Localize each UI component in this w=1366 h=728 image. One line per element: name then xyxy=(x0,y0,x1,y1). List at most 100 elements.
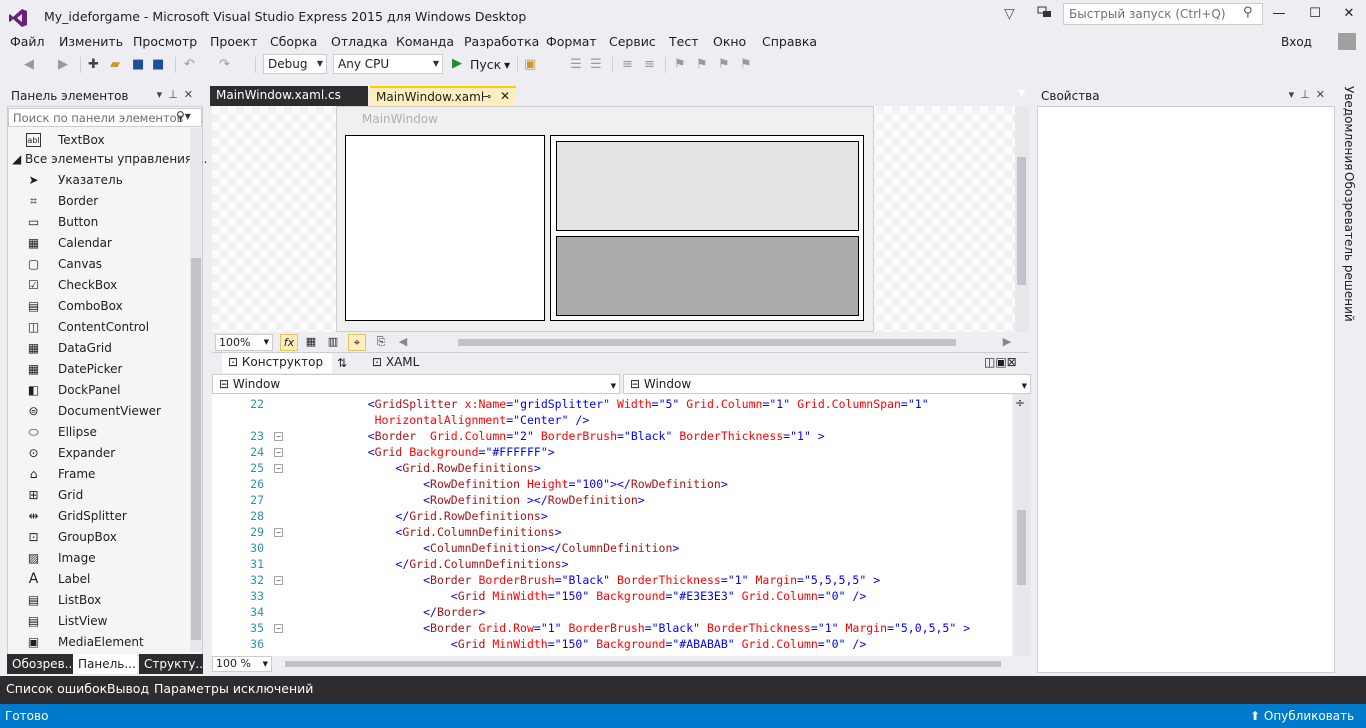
designer-scrollbar-thumb[interactable] xyxy=(1017,157,1026,285)
close-button[interactable]: ✕ xyxy=(1332,2,1366,26)
menu-develop[interactable]: Разработка xyxy=(464,34,539,49)
back-icon[interactable]: ◀ xyxy=(24,57,34,73)
toolbox-item-groupbox[interactable]: ⊡ GroupBox xyxy=(20,527,186,548)
notifications-filter-icon[interactable]: ▽ xyxy=(1004,6,1015,22)
menu-team[interactable]: Команда xyxy=(396,34,454,49)
tab-designer[interactable]: ⊡ Конструктор xyxy=(222,353,332,373)
chevron-down-icon[interactable]: ▼ xyxy=(504,58,510,74)
toolbox-item-listbox[interactable]: ▤ ListBox xyxy=(20,590,186,611)
menu-window[interactable]: Окно xyxy=(713,34,746,49)
code-line[interactable]: 26 <RowDefinition Height="100"></RowDefi… xyxy=(212,476,1012,492)
designer-h-scrollbar-thumb[interactable] xyxy=(458,339,956,346)
tab-xaml[interactable]: ⊡ XAML xyxy=(372,355,419,369)
open-file-icon[interactable]: ▰ xyxy=(110,57,120,73)
snap-lines-icon[interactable]: ⌖ xyxy=(348,334,366,351)
toolbox-item-border[interactable]: ⌗ Border xyxy=(20,191,186,212)
toolbox-item-dockpanel[interactable]: ◧ DockPanel xyxy=(20,380,186,401)
pane-controls-icon[interactable]: ▾⊥✕ xyxy=(157,88,199,101)
toolbox-group-all-controls[interactable]: ◢ Все элементы управления ... xyxy=(12,152,207,166)
nav-right-select[interactable]: ⊟ Window ▼ xyxy=(623,374,1031,394)
close-icon[interactable]: ✕ xyxy=(500,89,510,103)
designer-grid-bottom[interactable] xyxy=(556,236,859,316)
tab-error-list[interactable]: Список ошибок xyxy=(6,681,107,696)
code-line[interactable]: 31 </Grid.ColumnDefinitions> xyxy=(212,556,1012,572)
code-line[interactable]: 23− <Border Grid.Column="2" BorderBrush=… xyxy=(212,428,1012,444)
split-editor-icon[interactable]: ÷ xyxy=(1015,396,1025,410)
xaml-code-editor[interactable]: 22 <GridSplitter x:Name="gridSplitter" W… xyxy=(212,394,1012,656)
minimize-button[interactable]: — xyxy=(1262,2,1296,26)
toolbox-item-image[interactable]: ▨ Image xyxy=(20,548,186,569)
toolbox-item-frame[interactable]: ⌂ Frame xyxy=(20,464,186,485)
forward-icon[interactable]: ▶ xyxy=(58,57,68,73)
menu-help[interactable]: Справка xyxy=(762,34,817,49)
avatar[interactable] xyxy=(1338,33,1356,50)
toolbox-item-pointer[interactable]: ➤ Указатель xyxy=(20,170,186,191)
toolbox-item-documentviewer[interactable]: ⊜ DocumentViewer xyxy=(20,401,186,422)
outdent-icon[interactable]: ≡ xyxy=(644,57,655,73)
distribute-icon[interactable]: ☰ xyxy=(590,57,602,73)
prev-bookmark-icon[interactable]: ⚑ xyxy=(696,57,708,73)
fold-toggle-icon[interactable]: − xyxy=(274,448,283,457)
toolbox-item-canvas[interactable]: ▢ Canvas xyxy=(20,254,186,275)
toolbox-item-grid[interactable]: ⊞ Grid xyxy=(20,485,186,506)
code-line[interactable]: 28 </Grid.RowDefinitions> xyxy=(212,508,1012,524)
formula-icon[interactable]: fx xyxy=(280,334,298,351)
menu-project[interactable]: Проект xyxy=(210,34,258,49)
toolbox-search-input[interactable]: Поиск по панели элементов xyxy=(8,108,202,127)
toolbox-scrollbar-thumb[interactable] xyxy=(191,258,201,640)
toolbox-item-contentcontrol[interactable]: ◫ ContentControl xyxy=(20,317,186,338)
toolbox-item-gridsplitter[interactable]: ⇹ GridSplitter xyxy=(20,506,186,527)
code-line[interactable]: 33 <Grid MinWidth="150" Background="#E3E… xyxy=(212,588,1012,604)
code-line[interactable]: 27 <RowDefinition ></RowDefinition> xyxy=(212,492,1012,508)
menu-view[interactable]: Просмотр xyxy=(133,34,197,49)
tab-overflow-icon[interactable]: ▼ xyxy=(1018,88,1026,99)
solution-config-select[interactable]: Debug ▼ xyxy=(263,54,327,74)
code-line[interactable]: HorizontalAlignment="Center" /> xyxy=(212,412,1012,428)
next-bookmark-icon[interactable]: ⚑ xyxy=(718,57,730,73)
code-scrollbar-thumb[interactable] xyxy=(1017,510,1026,585)
properties-panel[interactable] xyxy=(1037,86,1335,673)
code-zoom-select[interactable]: 100 % ▼ xyxy=(212,656,272,672)
pane-controls-icon[interactable]: ▾⊥✕ xyxy=(1289,88,1331,101)
split-layout-icons[interactable]: ◫▣⊠ xyxy=(984,355,1017,369)
code-line[interactable]: 29 − <Grid.ColumnDefinitions> xyxy=(212,524,1012,540)
toolbox-item-label[interactable]: A Label xyxy=(20,569,186,590)
code-h-scrollbar-thumb[interactable] xyxy=(285,661,1001,667)
toolbox-item-mediaelement[interactable]: ▣ MediaElement xyxy=(20,632,186,653)
pin-icon[interactable]: ⊸ xyxy=(482,90,491,103)
menu-build[interactable]: Сборка xyxy=(270,34,317,49)
search-icon[interactable]: ⚲▾ xyxy=(176,109,191,123)
feedback-icon[interactable] xyxy=(1037,6,1053,20)
tab-mainwindow-cs[interactable]: MainWindow.xaml.cs xyxy=(210,86,368,106)
snap-gridlines-icon[interactable]: ▥ xyxy=(324,334,342,351)
tab-output[interactable]: Вывод xyxy=(107,681,149,696)
fold-toggle-icon[interactable]: − xyxy=(274,432,283,441)
sign-in-link[interactable]: Вход xyxy=(1281,35,1312,49)
code-line[interactable]: 35− <Border Grid.Row="1" BorderBrush="Bl… xyxy=(212,620,1012,636)
save-icon[interactable]: ■ xyxy=(132,57,144,73)
toolbox-item-button[interactable]: ▭ Button xyxy=(20,212,186,233)
toolbox-item-datagrid[interactable]: ▦ DataGrid xyxy=(20,338,186,359)
tab-solution-explorer-side[interactable]: Обозреватель решений xyxy=(1342,172,1356,322)
grid-toggle-icon[interactable]: ▦ xyxy=(302,334,320,351)
menu-tools[interactable]: Сервис xyxy=(609,34,656,49)
quick-launch-input[interactable]: Быстрый запуск (Ctrl+Q) xyxy=(1063,3,1263,25)
toolbox-item-ellipse[interactable]: ⬭ Ellipse xyxy=(20,422,186,443)
platform-select[interactable]: Any CPU ▼ xyxy=(333,54,443,74)
redo-icon[interactable]: ↷ xyxy=(219,57,230,73)
align-icon[interactable]: ☰ xyxy=(570,57,582,73)
toolbox-item-listview[interactable]: ▤ ListView xyxy=(20,611,186,632)
toolbox-item-checkbox[interactable]: ☑ CheckBox xyxy=(20,275,186,296)
scroll-left-icon[interactable]: ◀ xyxy=(394,334,412,351)
start-icon[interactable]: ▶ xyxy=(452,56,462,72)
menu-edit[interactable]: Изменить xyxy=(59,34,123,49)
search-icon[interactable]: ⚲ xyxy=(1243,5,1253,20)
tab-notifications[interactable]: Уведомления xyxy=(1342,86,1356,170)
tab-document-outline[interactable]: Структу... xyxy=(139,654,207,674)
toolbox-item-textbox[interactable]: abl TextBox xyxy=(20,130,186,151)
bookmark-icon[interactable]: ⚑ xyxy=(674,57,686,73)
menu-file[interactable]: Файл xyxy=(10,34,45,49)
code-line[interactable]: 30 <ColumnDefinition></ColumnDefinition> xyxy=(212,540,1012,556)
start-button[interactable]: Пуск xyxy=(470,57,501,73)
project-code-icon[interactable]: ⎘ xyxy=(372,334,390,351)
